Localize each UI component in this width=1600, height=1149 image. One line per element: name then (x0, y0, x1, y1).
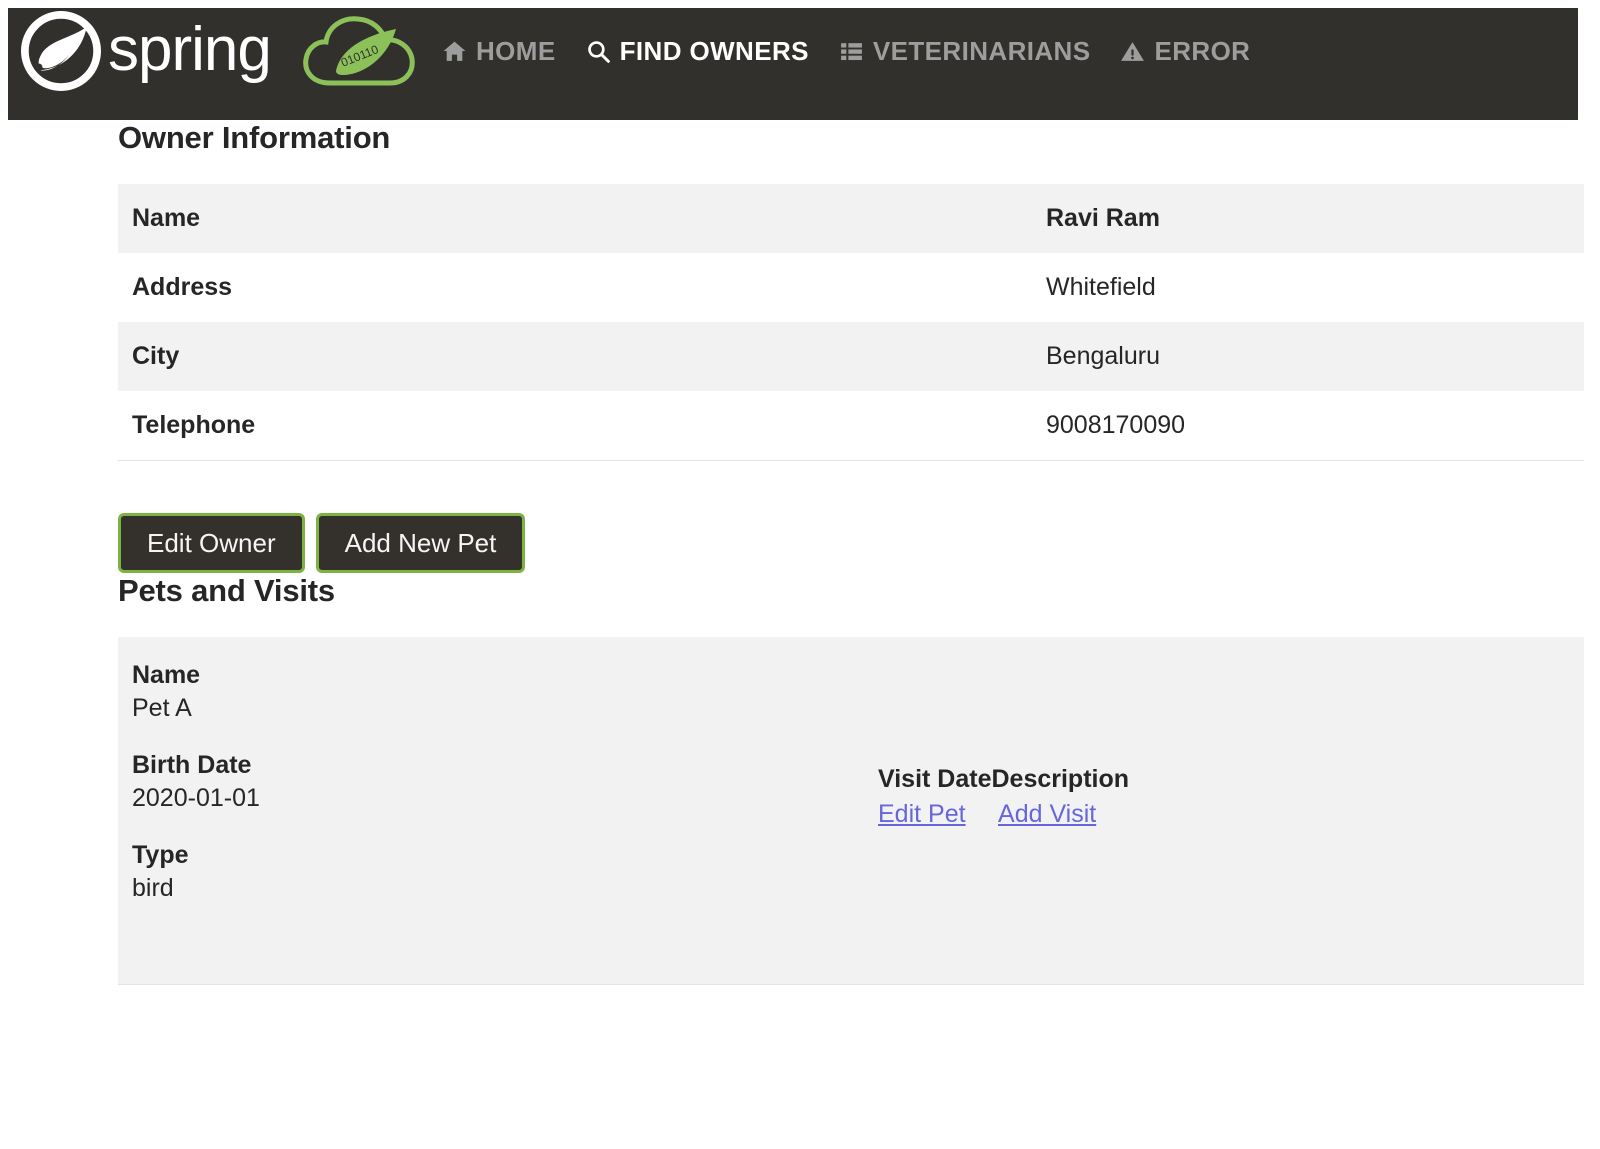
nav-item-veterinarians-label: VETERINARIANS (872, 35, 1091, 66)
owner-actions: Edit Owner Add New Pet (118, 512, 1584, 574)
nav-links: HOME FIND OWNERS VETERINARIANS ERROR (442, 8, 1250, 94)
owner-row-label-address: Address (132, 273, 233, 301)
visit-description-header: Description (991, 765, 1130, 794)
pet-type-field: Type bird (132, 839, 832, 905)
owner-row-value-telephone: 9008170090 (1032, 391, 1584, 461)
pet-name-value: Pet A (132, 694, 192, 723)
owner-information-title: Owner Information (118, 120, 391, 155)
add-new-pet-button[interactable]: Add New Pet (315, 512, 526, 574)
edit-owner-button[interactable]: Edit Owner (118, 512, 305, 574)
pet-name-field: Name Pet A (132, 659, 832, 725)
owner-row-label-city: City (132, 342, 180, 370)
table-row: City Bengaluru (118, 322, 1584, 391)
pet-birth-date-label: Birth Date (132, 751, 252, 780)
home-icon (442, 39, 467, 64)
spring-cloud-leaf-icon: 010110 (300, 9, 424, 93)
top-navbar: spring 010110 HOME FIND OWNERS VETERINAR… (8, 8, 1578, 120)
navbar-inner: spring 010110 HOME FIND OWNERS VETERINAR… (8, 8, 1250, 94)
pet-card: Name Pet A Birth Date 2020-01-01 Type bi… (118, 637, 1584, 986)
pet-type-label: Type (132, 841, 189, 870)
main-content: Owner Information Name Ravi Ram Address … (118, 120, 1584, 986)
nav-item-home[interactable]: HOME (442, 36, 556, 67)
nav-item-error[interactable]: ERROR (1120, 36, 1250, 67)
owner-row-label-name: Name (132, 204, 201, 232)
svg-text:spring: spring (108, 16, 271, 84)
visits-header-row: Visit Date Description (878, 765, 1129, 794)
spring-brand-logo[interactable]: spring 010110 (18, 8, 424, 94)
owner-row-value-city: Bengaluru (1046, 342, 1160, 370)
warning-triangle-icon (1120, 39, 1145, 64)
visits-actions-row: Edit Pet Add Visit (878, 794, 1129, 829)
owner-row-value-name: Ravi Ram (1046, 204, 1160, 232)
add-visit-link[interactable]: Add Visit (998, 800, 1096, 828)
visit-date-header: Visit Date (878, 765, 992, 794)
table-row: Address Whitefield (118, 253, 1584, 322)
search-icon (586, 39, 611, 64)
owner-row-label-telephone: Telephone (118, 391, 1032, 461)
spring-wordmark: spring (108, 16, 304, 86)
pet-birth-date-value: 2020-01-01 (132, 784, 260, 813)
nav-item-home-label: HOME (476, 35, 556, 66)
pet-name-label: Name (132, 661, 201, 690)
list-icon (839, 39, 864, 64)
nav-item-find-owners[interactable]: FIND OWNERS (586, 36, 809, 67)
owner-row-value-address: Whitefield (1046, 273, 1156, 301)
edit-pet-link[interactable]: Edit Pet (878, 800, 966, 828)
pet-details: Name Pet A Birth Date 2020-01-01 Type bi… (132, 659, 832, 905)
nav-item-find-owners-label: FIND OWNERS (619, 35, 809, 66)
nav-item-error-label: ERROR (1154, 35, 1251, 66)
page-root: spring 010110 HOME FIND OWNERS VETERINAR… (0, 0, 1600, 1149)
pet-birth-date-field: Birth Date 2020-01-01 (132, 749, 832, 815)
owner-information-table: Name Ravi Ram Address Whitefield City Be… (118, 184, 1584, 461)
table-row: Name Ravi Ram (118, 184, 1584, 253)
spring-leaf-logo-icon (18, 8, 104, 94)
table-row: Telephone 9008170090 (118, 391, 1584, 461)
pets-and-visits-title: Pets and Visits (118, 573, 335, 609)
nav-item-veterinarians[interactable]: VETERINARIANS (839, 36, 1091, 67)
visits-table: Visit Date Description Edit Pet Add Visi… (878, 765, 1129, 829)
pet-type-value: bird (132, 874, 174, 903)
visits-block: Visit Date Description Edit Pet Add Visi… (878, 765, 1129, 829)
visits-actions-cell: Edit Pet Add Visit (878, 794, 1129, 829)
